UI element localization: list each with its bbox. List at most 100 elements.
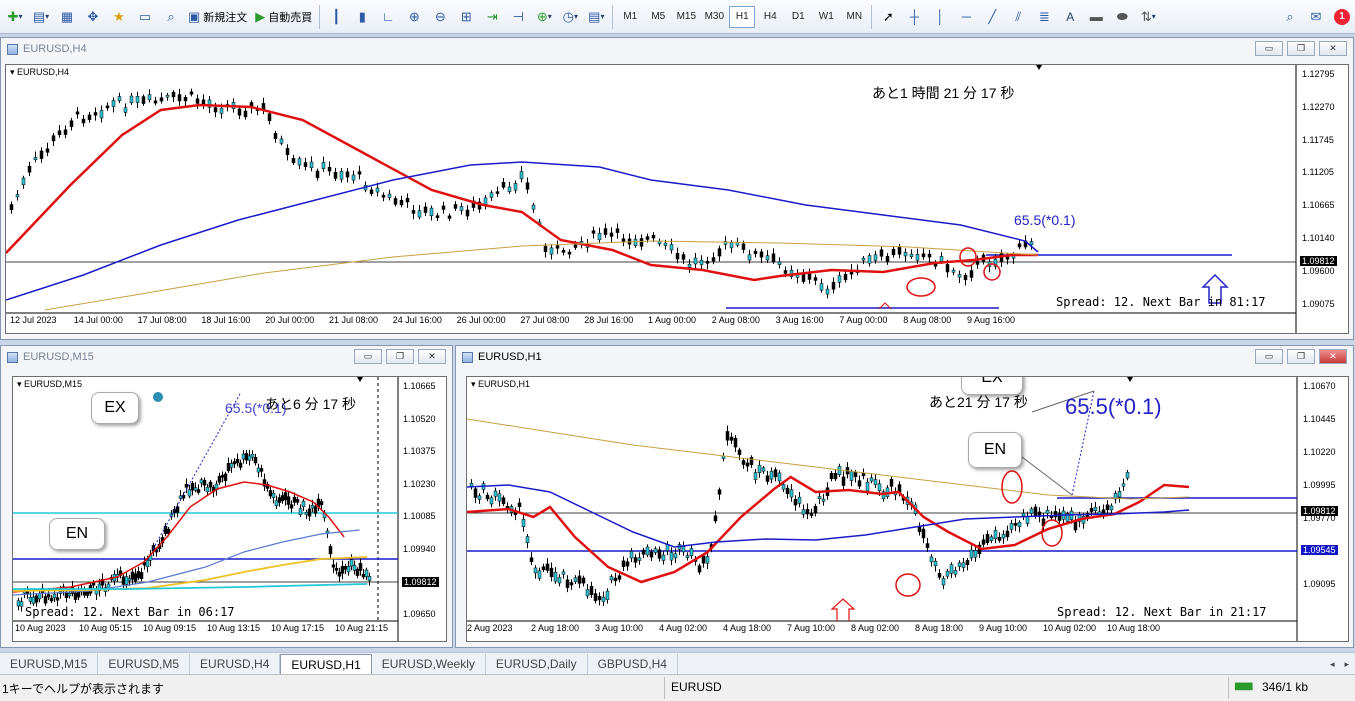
- timeframe-m5[interactable]: M5: [645, 6, 671, 28]
- timeframe-w1[interactable]: W1: [813, 6, 839, 28]
- chart-shift-icon[interactable]: ⊣: [506, 4, 530, 30]
- candle: [561, 250, 566, 253]
- timeframe-m30[interactable]: M30: [701, 6, 727, 28]
- candle: [633, 238, 638, 246]
- candle: [147, 94, 152, 101]
- minimize-button[interactable]: ▭: [1255, 41, 1283, 56]
- tab-eurusd-m15[interactable]: EURUSD,M15: [0, 654, 99, 674]
- window-titlebar[interactable]: EURUSD,H4: [1, 38, 1353, 60]
- candle: [641, 549, 646, 555]
- bar-countdown: あと21 分 17 秒: [929, 394, 1028, 410]
- auto-trade-button[interactable]: ▶ 自動売買: [252, 4, 315, 30]
- bar-chart-icon[interactable]: ┃: [324, 4, 348, 30]
- fibonacci-icon[interactable]: ≣: [1032, 4, 1056, 30]
- timeframe-h1[interactable]: H1: [729, 5, 756, 28]
- candle: [963, 275, 968, 281]
- maximize-button[interactable]: ❐: [386, 349, 414, 364]
- timeframe-m1[interactable]: M1: [617, 6, 643, 28]
- candle: [747, 254, 752, 261]
- close-button[interactable]: ✕: [1319, 349, 1347, 364]
- horizontal-line-price-label: 1.09545: [1301, 545, 1338, 555]
- auto-scroll-icon[interactable]: ⇥: [480, 4, 504, 30]
- tab-scroll-left-icon[interactable]: ◂: [1326, 654, 1339, 674]
- profiles-icon[interactable]: ▤ ▾: [29, 4, 53, 30]
- favorites-icon[interactable]: ★: [107, 4, 131, 30]
- zoom-out-icon[interactable]: ⊖: [428, 4, 452, 30]
- line-chart-icon[interactable]: ∟: [376, 4, 400, 30]
- candle: [361, 573, 366, 578]
- price-chart[interactable]: [13, 377, 447, 642]
- close-button[interactable]: ✕: [1319, 41, 1347, 56]
- tab-eurusd-m5[interactable]: EURUSD,M5: [98, 654, 191, 674]
- timeframe-mn[interactable]: MN: [841, 6, 867, 28]
- candle: [1005, 256, 1010, 260]
- candle: [921, 528, 926, 539]
- tab-scroll-right-icon[interactable]: ▸: [1338, 654, 1355, 674]
- search-icon[interactable]: ⌕: [1278, 4, 1302, 30]
- candle: [489, 192, 494, 198]
- chat-icon[interactable]: ✉: [1304, 4, 1328, 30]
- tab-eurusd-h4[interactable]: EURUSD,H4: [190, 654, 281, 674]
- timeframe-m15[interactable]: M15: [673, 6, 699, 28]
- candle: [821, 498, 826, 502]
- maximize-button[interactable]: ❐: [1287, 349, 1315, 364]
- crosshair-nav-icon[interactable]: ✥: [81, 4, 105, 30]
- zoom-in-icon[interactable]: ⊕: [402, 4, 426, 30]
- candle: [729, 242, 734, 249]
- tab-eurusd-h1[interactable]: EURUSD,H1: [280, 654, 372, 674]
- tab-eurusd-weekly[interactable]: EURUSD,Weekly: [372, 654, 486, 674]
- candle: [283, 492, 288, 501]
- templates-icon[interactable]: ▤ ▾: [584, 4, 608, 30]
- candle: [673, 553, 678, 559]
- minimize-button[interactable]: ▭: [1255, 349, 1283, 364]
- new-order-button[interactable]: ▣ 新規注文: [185, 4, 250, 30]
- rectangle-icon[interactable]: ▬: [1084, 4, 1108, 30]
- candle: [196, 489, 201, 493]
- chart-window-icon: [462, 351, 473, 363]
- candle: [99, 110, 104, 119]
- tab-gbpusd-h4[interactable]: GBPUSD,H4: [588, 654, 678, 674]
- candle: [340, 566, 345, 574]
- timeframe-h4[interactable]: H4: [757, 6, 783, 28]
- candle-chart-icon[interactable]: ▮: [350, 4, 374, 30]
- minimize-button[interactable]: ▭: [354, 349, 382, 364]
- maximize-button[interactable]: ❐: [1287, 41, 1315, 56]
- indicators-icon[interactable]: ⊕ ▾: [532, 4, 556, 30]
- new-chart-icon[interactable]: ✚ ▾: [3, 4, 27, 30]
- candle: [307, 508, 312, 517]
- candle: [1089, 508, 1094, 512]
- trendline-icon[interactable]: ╱: [980, 4, 1004, 30]
- candle: [135, 96, 140, 103]
- exit-callout-label: EX: [104, 399, 126, 416]
- cursor-icon[interactable]: ➚: [876, 4, 900, 30]
- price-chart[interactable]: [6, 65, 1349, 334]
- channel-icon[interactable]: ⫽: [1006, 4, 1030, 30]
- candle: [573, 577, 578, 582]
- periods-icon[interactable]: ◷ ▾: [558, 4, 582, 30]
- strategy-tester-icon[interactable]: ⌕: [159, 4, 183, 30]
- crosshair-icon[interactable]: ┼: [902, 4, 926, 30]
- ellipse-icon[interactable]: ⬬: [1110, 4, 1134, 30]
- tab-eurusd-daily[interactable]: EURUSD,Daily: [486, 654, 588, 674]
- timeframe-d1[interactable]: D1: [785, 6, 811, 28]
- window-titlebar[interactable]: EURUSD,H1: [456, 346, 1353, 368]
- chart-area[interactable]: ▾ EURUSD,M15 あと6 分 17 秒 65.5(*0.1) Sprea…: [12, 376, 447, 642]
- arrows-icon[interactable]: ⇅ ▾: [1136, 4, 1160, 30]
- candle: [805, 508, 810, 515]
- candle: [753, 250, 758, 255]
- price-chart[interactable]: [467, 377, 1349, 642]
- chart-area[interactable]: ▾ EURUSD,H1 あと21 分 17 秒 65.5(*0.1) Sprea…: [466, 376, 1349, 642]
- candle: [771, 253, 776, 262]
- close-button[interactable]: ✕: [418, 349, 446, 364]
- notifications-icon[interactable]: 1: [1330, 4, 1354, 30]
- toolbar-divider: [871, 4, 873, 29]
- price-axis-label: 1.12795: [1302, 69, 1335, 79]
- text-tool-icon[interactable]: A: [1058, 4, 1082, 30]
- vertical-line-icon[interactable]: │: [928, 4, 952, 30]
- candle: [921, 253, 926, 258]
- tile-windows-icon[interactable]: ⊞: [454, 4, 478, 30]
- market-watch-icon[interactable]: ▦: [55, 4, 79, 30]
- terminal-icon[interactable]: ▭: [133, 4, 157, 30]
- chart-area[interactable]: ▾ EURUSD,H4 あと1 時間 21 分 17 秒 65.5(*0.1) …: [5, 64, 1349, 334]
- horizontal-line-icon[interactable]: ─: [954, 4, 978, 30]
